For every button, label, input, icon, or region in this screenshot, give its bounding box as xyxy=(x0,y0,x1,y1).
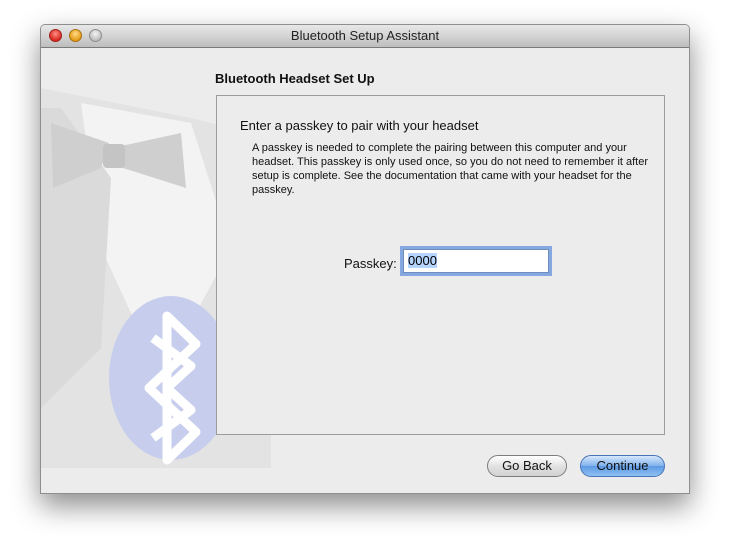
instruction-text: Enter a passkey to pair with your headse… xyxy=(240,118,479,133)
content-panel: Enter a passkey to pair with your headse… xyxy=(216,95,665,435)
passkey-label: Passkey: xyxy=(344,256,397,271)
window-title: Bluetooth Setup Assistant xyxy=(290,28,440,43)
window: Bluetooth Setup Assistant Bluetooth Head… xyxy=(40,24,690,494)
go-back-button[interactable]: Go Back xyxy=(487,455,567,477)
page-heading: Bluetooth Headset Set Up xyxy=(215,71,375,86)
passkey-value: 0000 xyxy=(408,253,437,268)
continue-button[interactable]: Continue xyxy=(580,455,665,477)
passkey-input[interactable]: 0000 xyxy=(403,249,549,273)
description-text: A passkey is needed to complete the pair… xyxy=(252,142,649,196)
title-bar[interactable]: Bluetooth Setup Assistant xyxy=(41,25,689,48)
